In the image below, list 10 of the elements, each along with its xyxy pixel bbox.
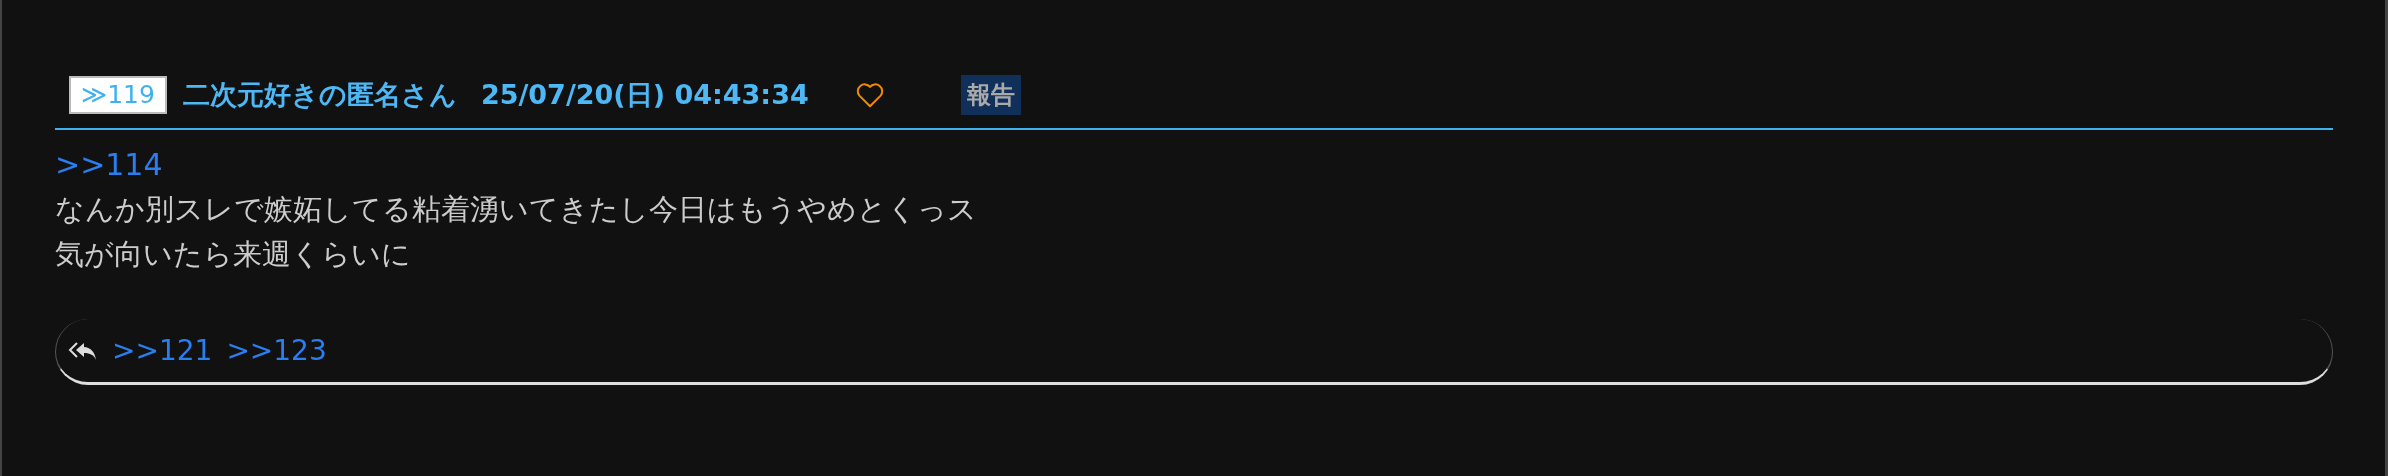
report-button[interactable]: 報告: [960, 75, 1021, 115]
heart-icon[interactable]: [854, 81, 885, 109]
poster-name: 二次元好きの匿名さん: [182, 77, 457, 112]
post-text: なんか別スレで嫉妬してる粘着湧いてきたし今日はもうやめとくっス: [55, 191, 978, 228]
post-text: 気が向いたら来週くらいに: [55, 236, 412, 273]
reply-link[interactable]: >>121: [112, 329, 213, 372]
reply-anchor-link[interactable]: >>114: [55, 142, 163, 187]
reply-all-icon: [68, 339, 98, 362]
post-date: 25/07/20(日) 04:43:34: [480, 77, 809, 112]
reply-link[interactable]: >>123: [226, 329, 327, 372]
